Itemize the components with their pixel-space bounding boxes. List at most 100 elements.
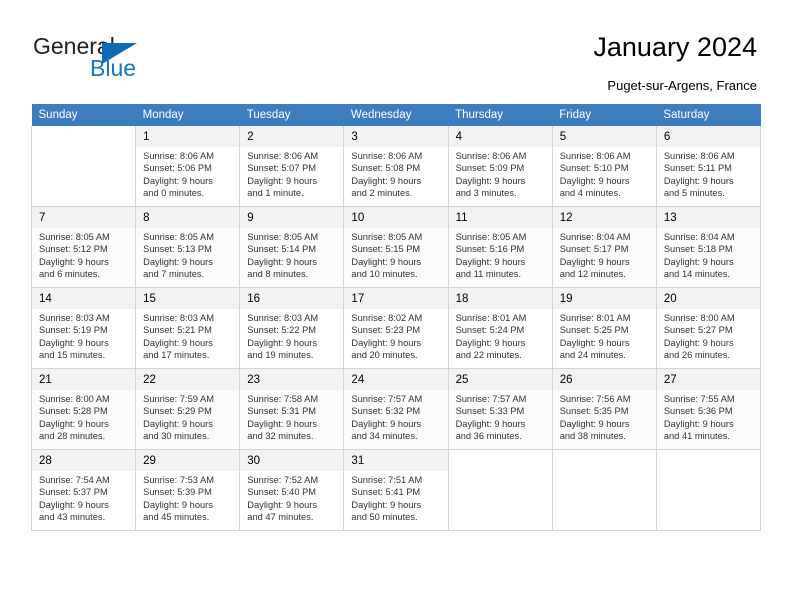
daylight-duration-line1: Daylight: 9 hours	[247, 499, 318, 510]
calendar-day-cell[interactable]: 12 Sunrise: 8:04 AM Sunset: 5:17 PM Dayligh…	[552, 206, 657, 288]
calendar-day-cell[interactable]: 19 Sunrise: 8:01 AM Sunset: 5:25 PM Dayligh…	[552, 287, 657, 369]
day-cell-content: 16 Sunrise: 8:03 AM Sunset: 5:22 PM Dayligh…	[240, 288, 344, 362]
calendar-day-cell[interactable]: 31 Sunrise: 7:51 AM Sunset: 5:41 PM Dayligh…	[343, 449, 449, 531]
day-cell-content: 28 Sunrise: 7:54 AM Sunset: 5:37 PM Dayligh…	[32, 450, 136, 524]
day-number: 20	[656, 288, 760, 309]
day-sun-info: Sunrise: 7:58 AM Sunset: 5:31 PM Daylight:…	[247, 390, 337, 443]
sunset-time: Sunset: 5:37 PM	[39, 487, 108, 498]
daylight-duration-line2: and 47 minutes.	[247, 512, 314, 523]
daylight-duration-line2: and 28 minutes.	[39, 431, 106, 442]
calendar-day-cell[interactable]: 9 Sunrise: 8:05 AM Sunset: 5:14 PM Daylight…	[239, 206, 345, 288]
daylight-duration-line1: Daylight: 9 hours	[351, 175, 422, 186]
day-sun-info: Sunrise: 8:04 AM Sunset: 5:17 PM Daylight:…	[560, 228, 650, 281]
sunset-time: Sunset: 5:11 PM	[663, 163, 732, 174]
calendar-day-cell[interactable]: 27 Sunrise: 7:55 AM Sunset: 5:36 PM Dayligh…	[656, 368, 762, 450]
daylight-duration-line2: and 34 minutes.	[351, 431, 418, 442]
sunrise-time: Sunrise: 8:06 AM	[455, 151, 527, 161]
sunrise-time: Sunrise: 7:55 AM	[663, 394, 735, 404]
calendar-day-cell[interactable]: 18 Sunrise: 8:01 AM Sunset: 5:24 PM Dayligh…	[448, 287, 553, 369]
calendar-header-row: Sunday Monday Tuesday Wednesday Thursday…	[31, 104, 761, 126]
sunset-time: Sunset: 5:17 PM	[559, 244, 629, 255]
sunset-time: Sunset: 5:10 PM	[559, 163, 629, 174]
day-number: 4	[448, 126, 552, 147]
calendar-day-cell[interactable]: 17 Sunrise: 8:02 AM Sunset: 5:23 PM Dayligh…	[343, 287, 449, 369]
day-sun-info: Sunrise: 8:06 AM Sunset: 5:08 PM Daylight:…	[351, 147, 441, 200]
day-cell-content: 13 Sunrise: 8:04 AM Sunset: 5:18 PM Dayligh…	[656, 207, 760, 281]
day-number: 11	[448, 207, 552, 228]
day-number: 23	[240, 369, 344, 390]
calendar-day-cell[interactable]: 26 Sunrise: 7:56 AM Sunset: 5:35 PM Dayligh…	[552, 368, 657, 450]
daylight-duration-line1: Daylight: 9 hours	[559, 337, 630, 348]
daylight-duration-line1: Daylight: 9 hours	[247, 337, 318, 348]
day-cell-content: 24 Sunrise: 7:57 AM Sunset: 5:32 PM Dayligh…	[344, 369, 448, 443]
daylight-duration-line2: and 24 minutes.	[559, 350, 626, 361]
calendar-day-cell[interactable]: 4 Sunrise: 8:06 AM Sunset: 5:09 PM Daylight…	[448, 126, 553, 207]
sunset-time: Sunset: 5:16 PM	[455, 244, 525, 255]
calendar-day-cell[interactable]: 15 Sunrise: 8:03 AM Sunset: 5:21 PM Dayligh…	[135, 287, 241, 369]
day-number: 27	[656, 369, 760, 390]
sunset-time: Sunset: 5:35 PM	[559, 406, 629, 417]
daylight-duration-line1: Daylight: 9 hours	[559, 418, 630, 429]
day-cell-content: 10 Sunrise: 8:05 AM Sunset: 5:15 PM Dayligh…	[344, 207, 448, 281]
calendar-day-cell[interactable]: 7 Sunrise: 8:05 AM Sunset: 5:12 PM Daylight…	[30, 206, 137, 288]
daylight-duration-line1: Daylight: 9 hours	[351, 256, 422, 267]
day-sun-info: Sunrise: 7:56 AM Sunset: 5:35 PM Daylight:…	[560, 390, 650, 443]
sunrise-time: Sunrise: 8:05 AM	[351, 232, 423, 242]
calendar-day-cell[interactable]: 16 Sunrise: 8:03 AM Sunset: 5:22 PM Dayligh…	[239, 287, 345, 369]
day-sun-info: Sunrise: 7:54 AM Sunset: 5:37 PM Daylight:…	[39, 471, 129, 524]
daylight-duration-line1: Daylight: 9 hours	[559, 175, 630, 186]
daylight-duration-line1: Daylight: 9 hours	[351, 418, 422, 429]
day-sun-info: Sunrise: 8:04 AM Sunset: 5:18 PM Daylight:…	[664, 228, 754, 281]
day-cell-content: 6 Sunrise: 8:06 AM Sunset: 5:11 PM Daylight…	[656, 126, 760, 200]
day-cell-content: 7 Sunrise: 8:05 AM Sunset: 5:12 PM Daylight…	[32, 207, 136, 281]
day-sun-info: Sunrise: 8:02 AM Sunset: 5:23 PM Daylight:…	[351, 309, 441, 362]
daylight-duration-line1: Daylight: 9 hours	[663, 256, 734, 267]
sunset-time: Sunset: 5:41 PM	[351, 487, 421, 498]
sunset-time: Sunset: 5:08 PM	[351, 163, 421, 174]
day-sun-info: Sunrise: 7:59 AM Sunset: 5:29 PM Daylight:…	[143, 390, 233, 443]
sunrise-time: Sunrise: 7:59 AM	[143, 394, 214, 404]
general-blue-logo[interactable]: General Blue	[33, 33, 233, 88]
day-cell-content: 1 Sunrise: 8:06 AM Sunset: 5:06 PM Daylight…	[136, 126, 240, 200]
calendar-day-cell[interactable]: 5 Sunrise: 8:06 AM Sunset: 5:10 PM Daylight…	[552, 126, 657, 207]
calendar-day-cell[interactable]: 2 Sunrise: 8:06 AM Sunset: 5:07 PM Daylight…	[239, 126, 345, 207]
calendar-day-cell[interactable]: 20 Sunrise: 8:00 AM Sunset: 5:27 PM Dayligh…	[656, 287, 762, 369]
calendar-week-row: 1 Sunrise: 8:06 AM Sunset: 5:06 PM Daylight…	[30, 126, 762, 207]
calendar-day-cell[interactable]: 6 Sunrise: 8:06 AM Sunset: 5:11 PM Daylight…	[656, 126, 762, 207]
calendar-day-cell[interactable]: 11 Sunrise: 8:05 AM Sunset: 5:16 PM Dayligh…	[448, 206, 553, 288]
daylight-duration-line1: Daylight: 9 hours	[143, 256, 213, 267]
daylight-duration-line1: Daylight: 9 hours	[247, 256, 318, 267]
calendar-day-cell[interactable]: 1 Sunrise: 8:06 AM Sunset: 5:06 PM Daylight…	[135, 126, 241, 207]
daylight-duration-line2: and 11 minutes.	[455, 269, 522, 280]
calendar-day-cell[interactable]: 13 Sunrise: 8:04 AM Sunset: 5:18 PM Dayligh…	[656, 206, 762, 288]
calendar-day-cell[interactable]: 24 Sunrise: 7:57 AM Sunset: 5:32 PM Dayligh…	[343, 368, 449, 450]
day-cell-content: 4 Sunrise: 8:06 AM Sunset: 5:09 PM Daylight…	[448, 126, 552, 200]
calendar-day-cell[interactable]: 22 Sunrise: 7:59 AM Sunset: 5:29 PM Dayligh…	[135, 368, 241, 450]
day-cell-content: 31 Sunrise: 7:51 AM Sunset: 5:41 PM Dayligh…	[344, 450, 448, 524]
calendar-day-cell[interactable]: 10 Sunrise: 8:05 AM Sunset: 5:15 PM Dayligh…	[343, 206, 449, 288]
daylight-duration-line1: Daylight: 9 hours	[247, 175, 318, 186]
calendar-day-cell[interactable]: 25 Sunrise: 7:57 AM Sunset: 5:33 PM Dayligh…	[448, 368, 553, 450]
sunset-time: Sunset: 5:09 PM	[455, 163, 525, 174]
day-sun-info: Sunrise: 7:52 AM Sunset: 5:40 PM Daylight:…	[247, 471, 337, 524]
calendar-day-cell[interactable]: 23 Sunrise: 7:58 AM Sunset: 5:31 PM Dayligh…	[239, 368, 345, 450]
calendar-day-cell[interactable]: 29 Sunrise: 7:53 AM Sunset: 5:39 PM Dayligh…	[135, 449, 241, 531]
daylight-duration-line2: and 3 minutes.	[455, 188, 517, 199]
calendar-day-cell[interactable]: 28 Sunrise: 7:54 AM Sunset: 5:37 PM Dayligh…	[30, 449, 137, 531]
sunrise-time: Sunrise: 7:51 AM	[351, 475, 423, 485]
day-number: 9	[240, 207, 344, 228]
daylight-duration-line2: and 8 minutes.	[247, 269, 309, 280]
day-sun-info: Sunrise: 8:05 AM Sunset: 5:16 PM Daylight:…	[456, 228, 546, 281]
calendar-day-cell[interactable]: 30 Sunrise: 7:52 AM Sunset: 5:40 PM Dayligh…	[239, 449, 345, 531]
sunrise-time: Sunrise: 8:05 AM	[143, 232, 214, 242]
calendar-day-cell[interactable]: 14 Sunrise: 8:03 AM Sunset: 5:19 PM Dayligh…	[30, 287, 137, 369]
calendar-day-cell[interactable]: 8 Sunrise: 8:05 AM Sunset: 5:13 PM Daylight…	[135, 206, 241, 288]
day-number: 28	[32, 450, 136, 471]
sunrise-time: Sunrise: 7:57 AM	[351, 394, 423, 404]
calendar-day-cell[interactable]: 21 Sunrise: 8:00 AM Sunset: 5:28 PM Dayligh…	[30, 368, 137, 450]
calendar-week-row: 21 Sunrise: 8:00 AM Sunset: 5:28 PM Dayligh…	[30, 368, 762, 450]
calendar-day-cell[interactable]: 3 Sunrise: 8:06 AM Sunset: 5:08 PM Daylight…	[343, 126, 449, 207]
sunrise-time: Sunrise: 8:00 AM	[39, 394, 110, 404]
day-cell-content: 15 Sunrise: 8:03 AM Sunset: 5:21 PM Dayligh…	[136, 288, 240, 362]
day-number: 19	[552, 288, 656, 309]
